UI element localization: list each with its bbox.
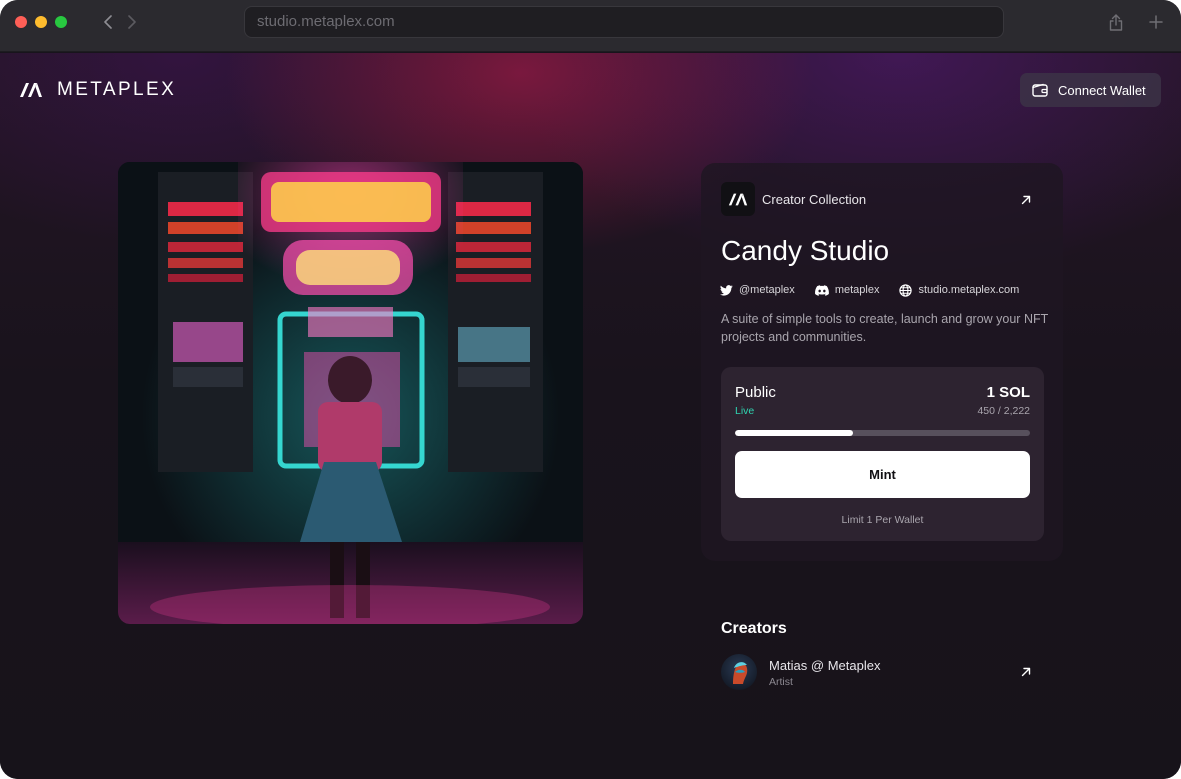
new-tab-button[interactable]: [1146, 12, 1166, 32]
share-icon: [1109, 13, 1123, 31]
discord-icon: [814, 284, 829, 296]
share-button[interactable]: [1106, 12, 1126, 32]
connect-wallet-button[interactable]: Connect Wallet: [1020, 73, 1161, 107]
creators-heading: Creators: [721, 620, 787, 637]
minimize-window-button[interactable]: [35, 16, 47, 28]
metaplex-logo-icon: [20, 83, 42, 97]
collection-artwork: [118, 162, 583, 624]
back-button[interactable]: [98, 12, 118, 32]
discord-link[interactable]: metaplex: [814, 284, 880, 296]
address-bar[interactable]: studio.metaplex.com: [244, 6, 1004, 38]
collection-type-label: Creator Collection: [762, 192, 867, 207]
maximize-window-button[interactable]: [55, 16, 67, 28]
collection-card: Creator Collection Candy Studio @metaple…: [701, 163, 1063, 561]
mint-button[interactable]: Mint: [735, 451, 1030, 498]
twitter-link[interactable]: @metaplex: [720, 284, 795, 296]
twitter-handle: @metaplex: [739, 284, 795, 296]
arrow-up-right-icon: [1021, 195, 1031, 205]
discord-handle: metaplex: [834, 284, 880, 296]
open-collection-link[interactable]: [1019, 193, 1033, 207]
phase-status: Live: [735, 405, 755, 417]
collection-title: Candy Studio: [721, 235, 890, 266]
avatar: [721, 654, 757, 690]
twitter-icon: [720, 284, 733, 296]
mint-progress-bar: [735, 430, 1030, 436]
creator-role: Artist: [769, 676, 793, 688]
forward-button[interactable]: [122, 12, 142, 32]
globe-icon: [899, 283, 913, 297]
metaplex-logo[interactable]: METAPLEX: [19, 79, 177, 100]
metaplex-logo-icon: [728, 193, 748, 205]
plus-icon: [1149, 15, 1163, 29]
collection-logo: [721, 182, 755, 216]
creator-name: Matias @ Metaplex: [769, 658, 881, 673]
mint-price: 1 SOL: [986, 384, 1030, 401]
mint-phase-panel: Public Live 1 SOL 450 / 2,222 Mint Limit…: [721, 367, 1044, 541]
browser-titlebar: studio.metaplex.com: [0, 0, 1181, 52]
connect-wallet-label: Connect Wallet: [1058, 82, 1146, 98]
phase-name: Public: [735, 384, 776, 401]
collection-description: A suite of simple tools to create, launc…: [721, 312, 1049, 344]
minted-count: 450 / 2,222: [977, 405, 1030, 417]
creator-row: Matias @ Metaplex Artist: [721, 654, 1041, 692]
website-link[interactable]: studio.metaplex.com: [899, 283, 1020, 297]
social-links: @metaplex metaplex studio.metaplex.com: [720, 283, 1039, 297]
creator-avatar-illustration: [733, 662, 748, 684]
chevron-left-icon: [104, 15, 112, 29]
arrow-up-right-icon: [1021, 667, 1031, 677]
candy-machine-illustration: [118, 162, 583, 624]
browser-window: studio.metaplex.com METAPLEX Connect Wal…: [0, 0, 1181, 779]
chevron-right-icon: [128, 15, 136, 29]
website-url: studio.metaplex.com: [918, 284, 1020, 296]
close-window-button[interactable]: [15, 16, 27, 28]
page-content: METAPLEX Connect Wallet Creator Collecti…: [0, 53, 1181, 779]
open-creator-link[interactable]: [1019, 665, 1033, 679]
wallet-icon: [1032, 83, 1048, 97]
mint-progress-fill: [735, 430, 853, 436]
logo-wordmark: METAPLEX: [57, 79, 177, 100]
mint-limit-note: Limit 1 Per Wallet: [841, 514, 924, 526]
